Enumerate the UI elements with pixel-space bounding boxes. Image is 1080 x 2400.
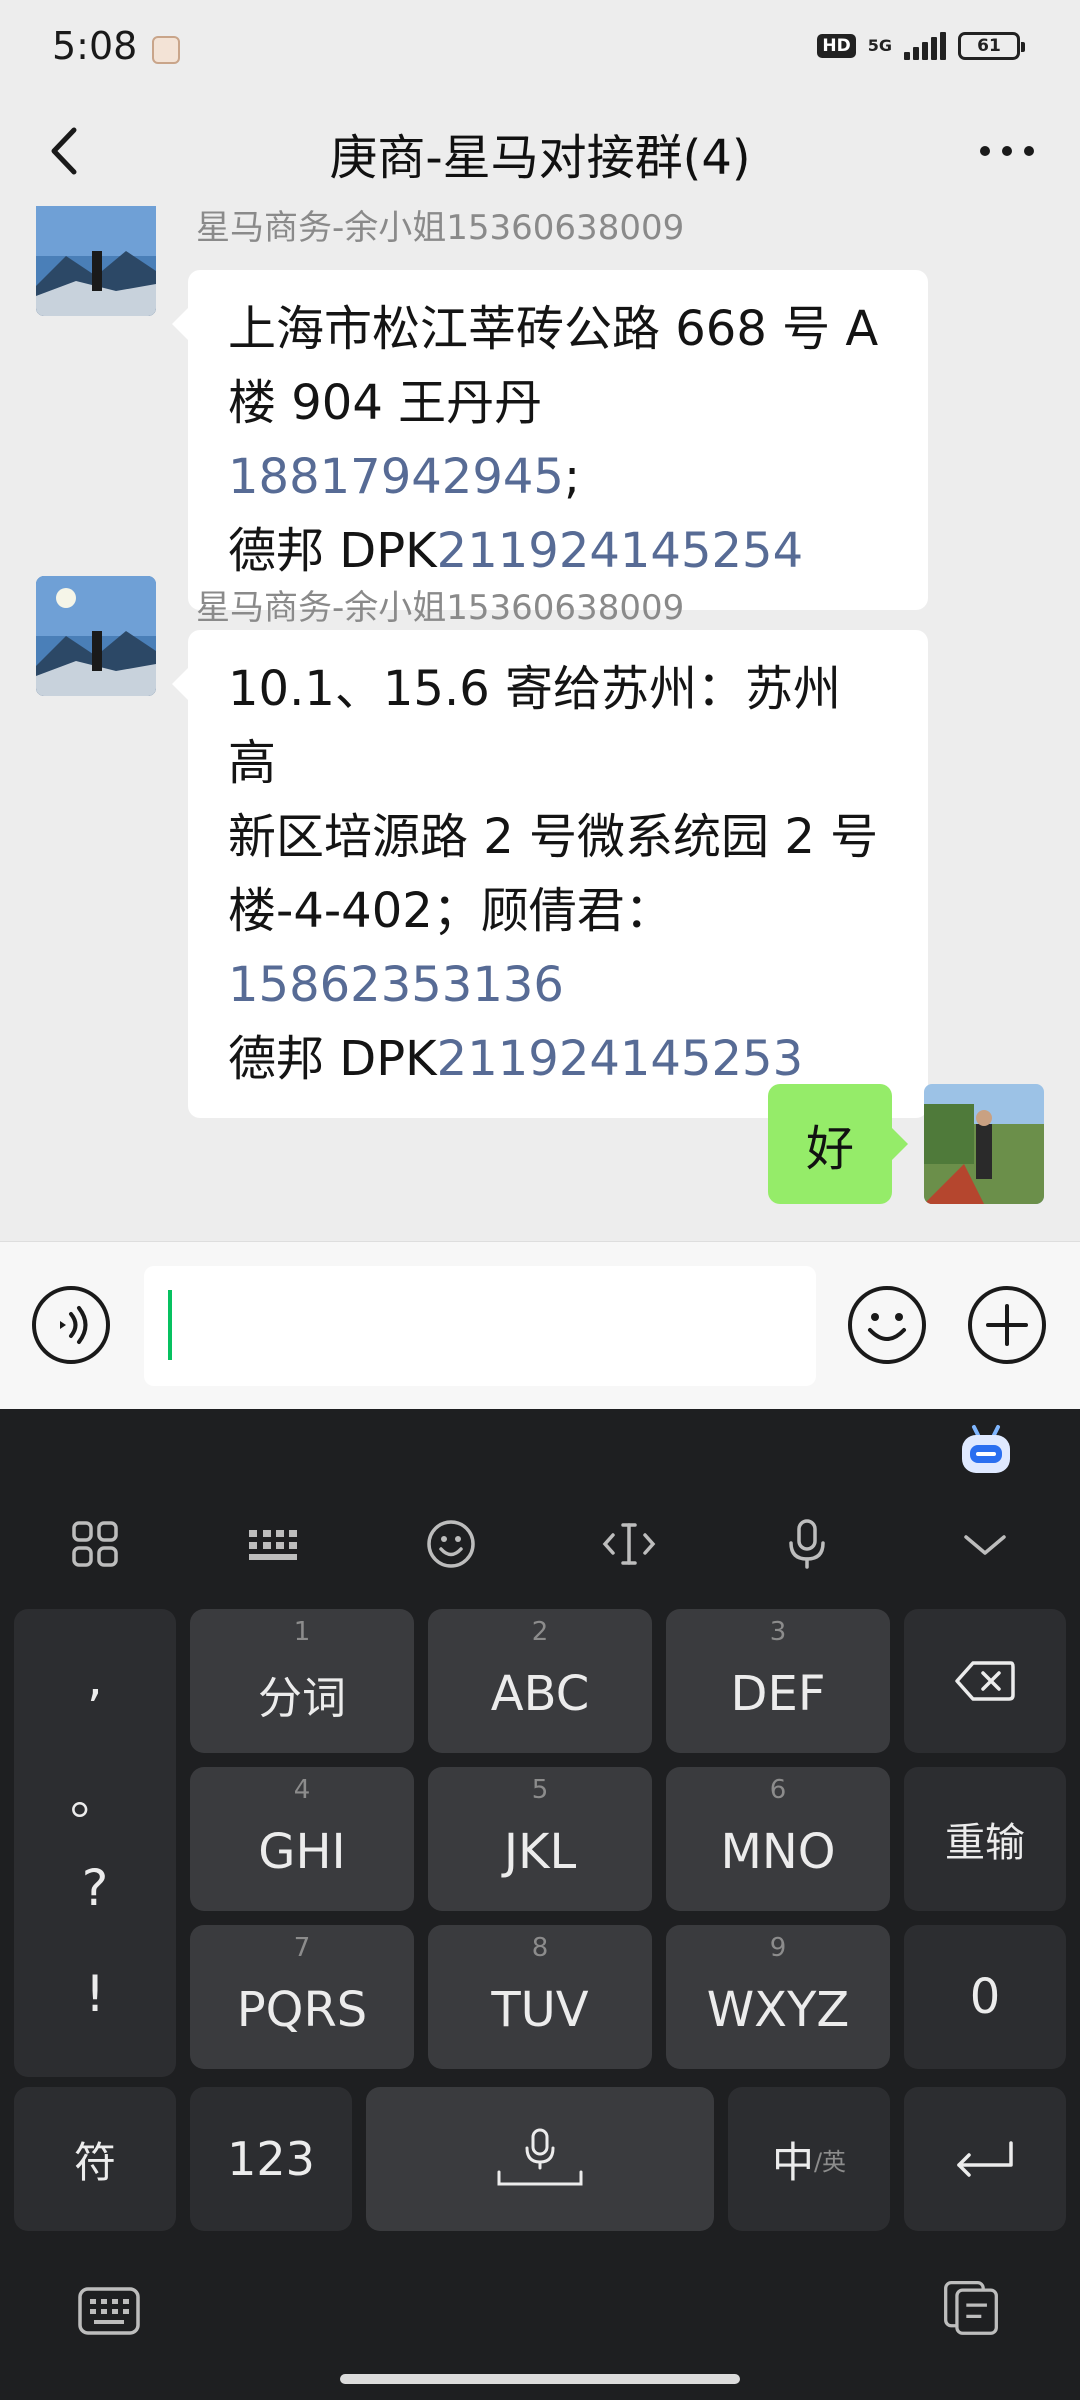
outgoing-message-bubble[interactable]: 好 [768, 1084, 908, 1204]
sender-avatar[interactable] [36, 206, 156, 316]
language-switch-key[interactable]: 中/英 [728, 2087, 890, 2231]
reset-key[interactable]: 重输 [904, 1767, 1066, 1911]
sender-name: 星马商务-余小姐15360638009 [196, 588, 685, 628]
key-0[interactable]: 0 [904, 1925, 1066, 2069]
keyboard-layout-icon[interactable] [238, 1509, 308, 1579]
keyboard-switch-icon[interactable] [74, 2281, 144, 2341]
key-7[interactable]: 7 PQRS [190, 1925, 414, 2069]
numbers-key[interactable]: 123 [190, 2087, 352, 2231]
punct-key[interactable]: ? [14, 1859, 176, 1917]
message-line: 德邦 DPK211924145254 [228, 523, 804, 579]
keyboard-toolbar [0, 1479, 1080, 1609]
space-key[interactable] [366, 2087, 714, 2231]
text-cursor-icon[interactable] [594, 1509, 664, 1579]
message-input[interactable] [144, 1266, 816, 1386]
punct-key[interactable]: , [14, 1649, 176, 1707]
sender-name: 星马商务-余小姐15360638009 [196, 208, 685, 248]
status-bar: 5:08 HD 5G 61 [0, 0, 1080, 96]
collapse-icon[interactable] [950, 1509, 1020, 1579]
signal-icon [904, 32, 946, 60]
voice-icon[interactable] [30, 1284, 112, 1366]
emoji-icon[interactable] [846, 1284, 928, 1366]
enter-key[interactable] [904, 2087, 1066, 2231]
text-cursor [168, 1290, 172, 1360]
backspace-key[interactable] [904, 1609, 1066, 1753]
key-3[interactable]: 3 DEF [666, 1609, 890, 1753]
my-avatar[interactable] [924, 1084, 1044, 1204]
enter-icon [957, 2141, 1013, 2177]
home-indicator[interactable] [340, 2374, 740, 2384]
message-line: 新区培源路 2 号微系统园 2 号 [228, 809, 879, 865]
message-bubble[interactable]: 上海市松江莘砖公路 668 号 A 楼 904 王丹丹 18817942945;… [172, 270, 928, 610]
status-time: 5:08 [52, 24, 138, 68]
phone-link[interactable]: 15862353136 [228, 957, 564, 1013]
network-type: 5G [867, 36, 892, 55]
sender-avatar[interactable] [36, 576, 156, 696]
key-5[interactable]: 5 JKL [428, 1767, 652, 1911]
apps-grid-icon[interactable] [60, 1509, 130, 1579]
hd-badge: HD [817, 34, 856, 58]
phone-link[interactable]: 18817942945 [228, 449, 564, 505]
notification-app-icon [152, 36, 180, 64]
assistant-robot-icon[interactable] [956, 1423, 1016, 1479]
backspace-icon [955, 1661, 1015, 1701]
microphone-icon[interactable] [772, 1509, 842, 1579]
keyboard: , 。 ? ! 1 分词 2 ABC 3 DEF 4 GHI 5 JKL 6 MNO 重输 … [0, 1409, 1080, 2400]
punct-key[interactable]: ! [14, 1965, 176, 2023]
message-list[interactable]: 星马商务-余小姐15360638009 上海市松江莘砖公路 668 号 A 楼 … [0, 206, 1080, 1241]
punct-key[interactable]: 。 [14, 1757, 176, 1829]
more-icon[interactable] [972, 126, 1042, 176]
plus-icon[interactable] [966, 1284, 1048, 1366]
message-line: 楼 904 王丹丹 18817942945; [228, 375, 581, 505]
smiley-icon[interactable] [416, 1509, 486, 1579]
message-line: 15862353136 [228, 948, 888, 1022]
clipboard-icon[interactable] [936, 2277, 1006, 2337]
chat-header: 庚商-星马对接群(4) [0, 96, 1080, 206]
key-4[interactable]: 4 GHI [190, 1767, 414, 1911]
message-bubble[interactable]: 10.1、15.6 寄给苏州：苏州高 新区培源路 2 号微系统园 2 号 楼-4… [172, 630, 928, 1118]
battery-icon: 61 [958, 32, 1025, 60]
key-2[interactable]: 2 ABC [428, 1609, 652, 1753]
punctuation-column[interactable]: , 。 ? ! [14, 1609, 176, 2077]
key-8[interactable]: 8 TUV [428, 1925, 652, 2069]
symbols-key[interactable]: 符 [14, 2087, 176, 2231]
key-9[interactable]: 9 WXYZ [666, 1925, 890, 2069]
message-line: 上海市松江莘砖公路 668 号 A [228, 301, 879, 357]
key-1[interactable]: 1 分词 [190, 1609, 414, 1753]
key-6[interactable]: 6 MNO [666, 1767, 890, 1911]
tracking-number-link[interactable]: 211924145254 [437, 523, 803, 579]
message-line: 10.1、15.6 寄给苏州：苏州高 [228, 661, 842, 791]
chat-title: 庚商-星马对接群(4) [329, 130, 751, 186]
status-indicators: HD 5G 61 [817, 32, 1025, 60]
chat-input-bar [0, 1241, 1080, 1409]
message-line: 楼-4-402；顾倩君： [228, 883, 673, 939]
battery-level: 61 [977, 36, 1001, 56]
space-microphone-icon [497, 2128, 583, 2186]
tracking-number-link[interactable]: 211924145253 [437, 1031, 803, 1087]
